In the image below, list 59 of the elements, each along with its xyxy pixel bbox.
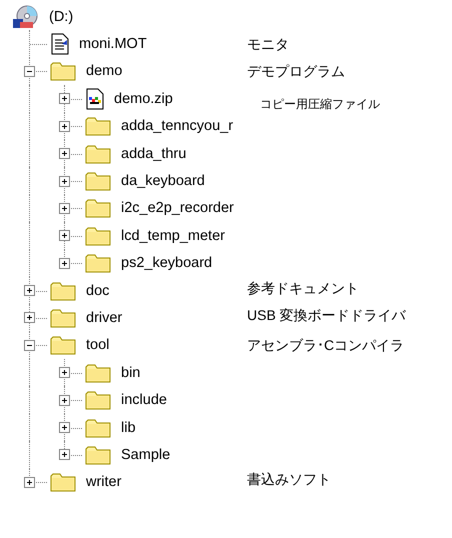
description-text: モニタ [247,35,289,54]
cd-drive-icon [12,4,40,29]
expand-toggle[interactable] [59,422,70,434]
expand-toggle[interactable] [59,202,70,214]
folder-icon [85,170,112,192]
tree-item-label[interactable]: i2c_e2p_recorder [121,199,234,218]
folder-icon [50,60,77,82]
tree-item-label[interactable]: lib [121,418,136,437]
expand-toggle[interactable] [59,148,70,160]
expand-toggle[interactable] [24,285,35,296]
archive-file-icon [85,88,105,110]
folder-icon [85,115,112,138]
folder-icon [85,142,112,165]
expand-toggle[interactable] [24,476,35,488]
description-text: 参考ドキュメント [247,278,359,297]
expand-toggle[interactable] [59,258,70,269]
tree-item-label[interactable]: ps2_keyboard [121,254,212,272]
tree-item-label[interactable]: lcd_temp_meter [121,226,225,245]
description-text: デモプログラム [247,62,345,80]
folder-icon [85,416,112,439]
expand-toggle[interactable] [59,176,70,187]
tree-item-label[interactable]: da_keyboard [121,172,205,190]
tree-item-label[interactable]: bin [121,364,140,382]
expand-toggle[interactable] [59,93,70,104]
folder-icon [85,362,112,384]
folder-icon [85,444,112,466]
tree-item-label[interactable]: demo [86,62,122,80]
collapse-toggle[interactable] [24,66,35,77]
tree-item-label[interactable]: demo.zip [114,90,173,108]
tree-item-label[interactable]: doc [86,282,110,300]
tree-item-label[interactable]: tool [86,336,110,354]
tree-item-label[interactable]: Sample [121,446,170,464]
tree-item-label[interactable]: moni.MOT [79,35,147,54]
folder-icon [50,306,77,329]
collapse-toggle[interactable] [24,340,35,351]
tree-item-label[interactable]: writer [86,473,122,492]
folder-icon [50,471,77,494]
description-text: USB 変換ボードドライバ [247,306,406,324]
tree-item-label[interactable]: include [121,391,167,410]
tree-item-label[interactable]: (D:) [49,8,74,26]
folder-icon [85,224,112,247]
tree-item-label[interactable]: adda_thru [121,144,186,163]
description-text: コピー用圧縮ファイル [259,96,380,113]
text-file-icon [50,33,70,56]
tree-item-label[interactable]: driver [86,308,122,327]
description-text: 書込みソフト [247,470,331,488]
folder-icon [85,252,112,274]
description-text: アセンブラ･Cコンパイラ [247,336,404,354]
tree-item-label[interactable]: adda_tenncyou_r [121,117,234,136]
expand-toggle[interactable] [59,367,70,378]
folder-icon [50,280,77,302]
folder-icon [85,197,112,220]
expand-toggle[interactable] [59,394,70,406]
folder-icon [85,389,112,412]
expand-toggle[interactable] [59,120,70,132]
folder-icon [50,334,77,356]
expand-toggle[interactable] [59,230,70,242]
expand-toggle[interactable] [59,449,70,460]
expand-toggle[interactable] [24,312,35,324]
